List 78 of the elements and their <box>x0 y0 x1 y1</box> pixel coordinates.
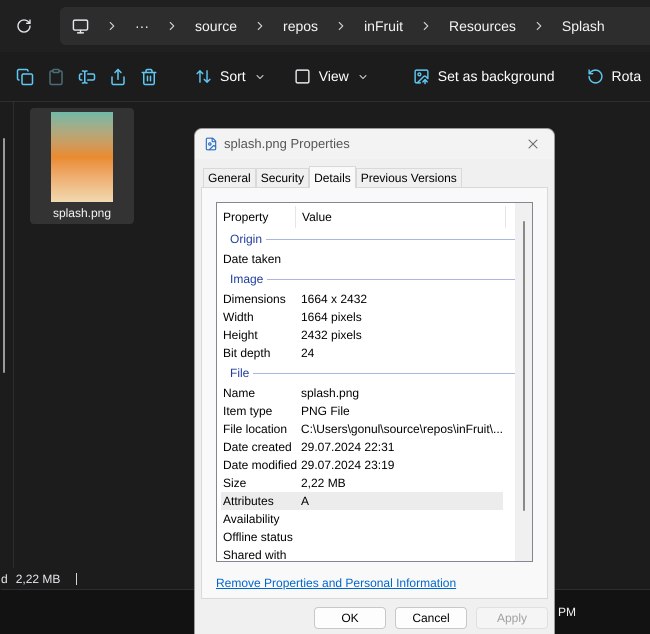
property-value: 2432 pixels <box>301 327 362 344</box>
rotate-icon <box>586 68 604 85</box>
scrollbar[interactable] <box>515 203 532 561</box>
tab[interactable]: Previous Versions <box>356 168 462 187</box>
toolbar-action[interactable]: Set as background <box>404 60 563 92</box>
tab[interactable]: General <box>203 168 256 187</box>
remove-properties-link[interactable]: Remove Properties and Personal Information <box>216 574 533 592</box>
property-row[interactable]: Date created 29.07.2024 22:31 <box>221 438 503 456</box>
property-name: Width <box>223 309 255 326</box>
picture-icon <box>412 68 430 85</box>
scrollbar[interactable] <box>3 138 5 373</box>
property-name: Name <box>223 385 256 402</box>
property-value: 1664 x 2432 <box>301 291 368 308</box>
property-value: A <box>301 493 310 510</box>
status-text: d <box>1 570 8 588</box>
property-value: PNG File <box>301 403 350 420</box>
property-name: Item type <box>223 403 274 420</box>
tab[interactable]: Security <box>256 168 310 187</box>
column-header[interactable]: Property <box>223 206 296 228</box>
property-name: Attributes <box>223 493 275 510</box>
property-row[interactable]: Height 2432 pixels <box>221 326 503 344</box>
property-row[interactable]: Shared with <box>221 546 503 561</box>
group-heading: File <box>230 365 250 382</box>
sort-icon <box>195 68 212 85</box>
file-name: splash.png <box>52 205 112 222</box>
property-value: 1664 pixels <box>301 309 362 326</box>
computer-icon <box>72 18 89 34</box>
property-value: 29.07.2024 23:19 <box>301 457 394 474</box>
breadcrumb[interactable]: ··· <box>135 16 149 36</box>
property-row[interactable]: Bit depth 24 <box>221 344 503 362</box>
property-row[interactable]: Attributes A <box>221 492 503 510</box>
window-title: splash.png Properties <box>224 135 350 154</box>
property-row[interactable]: Width 1664 pixels <box>221 308 503 326</box>
property-name: Size <box>223 475 248 492</box>
dialog-button[interactable]: Cancel <box>395 607 467 629</box>
property-name: Date modified <box>223 457 298 474</box>
property-name: Shared with <box>223 547 288 561</box>
property-value: 29.07.2024 22:31 <box>301 439 394 456</box>
status-text: 2,22 MB <box>16 570 60 588</box>
breadcrumb[interactable]: Resources <box>448 16 516 36</box>
property-value: 24 <box>301 345 314 362</box>
property-value: C:\Users\gonul\source\repos\inFruit\... <box>300 421 503 438</box>
property-row[interactable]: Availability <box>221 510 503 528</box>
property-row[interactable]: Dimensions 1664 x 2432 <box>221 290 503 308</box>
column-header[interactable]: Value <box>296 206 506 228</box>
property-row[interactable]: Date modified 29.07.2024 23:19 <box>221 456 503 474</box>
tab[interactable]: Details <box>309 166 356 188</box>
property-value: splash.png <box>301 385 360 402</box>
menu-button[interactable]: View <box>286 60 377 92</box>
clock-text[interactable]: PM <box>558 603 576 621</box>
property-row[interactable]: Offline status <box>221 528 503 546</box>
property-row[interactable]: Date taken <box>221 250 503 268</box>
menu-button[interactable]: Sort <box>187 60 274 92</box>
toolbar-action[interactable]: Rota <box>578 60 650 92</box>
property-name: Bit depth <box>223 345 272 362</box>
group-heading: Origin <box>230 231 262 248</box>
property-name: Height <box>223 327 259 344</box>
property-name: Dimensions <box>223 291 287 308</box>
breadcrumb[interactable]: Splash <box>562 16 605 36</box>
property-row[interactable]: Name splash.png <box>221 384 503 402</box>
address-bar[interactable]: ··· source repos inFruit Resources Splash <box>60 7 650 45</box>
property-row[interactable]: File location C:\Users\gonul\source\repos\inFruit\... <box>221 420 503 438</box>
breadcrumb[interactable]: repos <box>283 16 318 36</box>
refresh-icon[interactable] <box>16 18 32 34</box>
file-tile[interactable]: splash.png <box>30 108 134 224</box>
property-name: File location <box>223 421 288 438</box>
dialog-button[interactable]: OK <box>314 607 386 629</box>
property-name: Date created <box>223 439 293 456</box>
property-row[interactable]: Size 2,22 MB <box>221 474 503 492</box>
property-name: Date taken <box>223 251 282 268</box>
breadcrumb[interactable]: source <box>195 16 238 36</box>
property-name: Offline status <box>223 529 294 546</box>
property-value: 2,22 MB <box>301 475 346 492</box>
property-name: Availability <box>223 511 280 528</box>
breadcrumb[interactable]: inFruit <box>364 16 403 36</box>
file-icon <box>204 137 218 151</box>
group-heading: Image <box>230 271 264 288</box>
property-row[interactable]: Item type PNG File <box>221 402 503 420</box>
